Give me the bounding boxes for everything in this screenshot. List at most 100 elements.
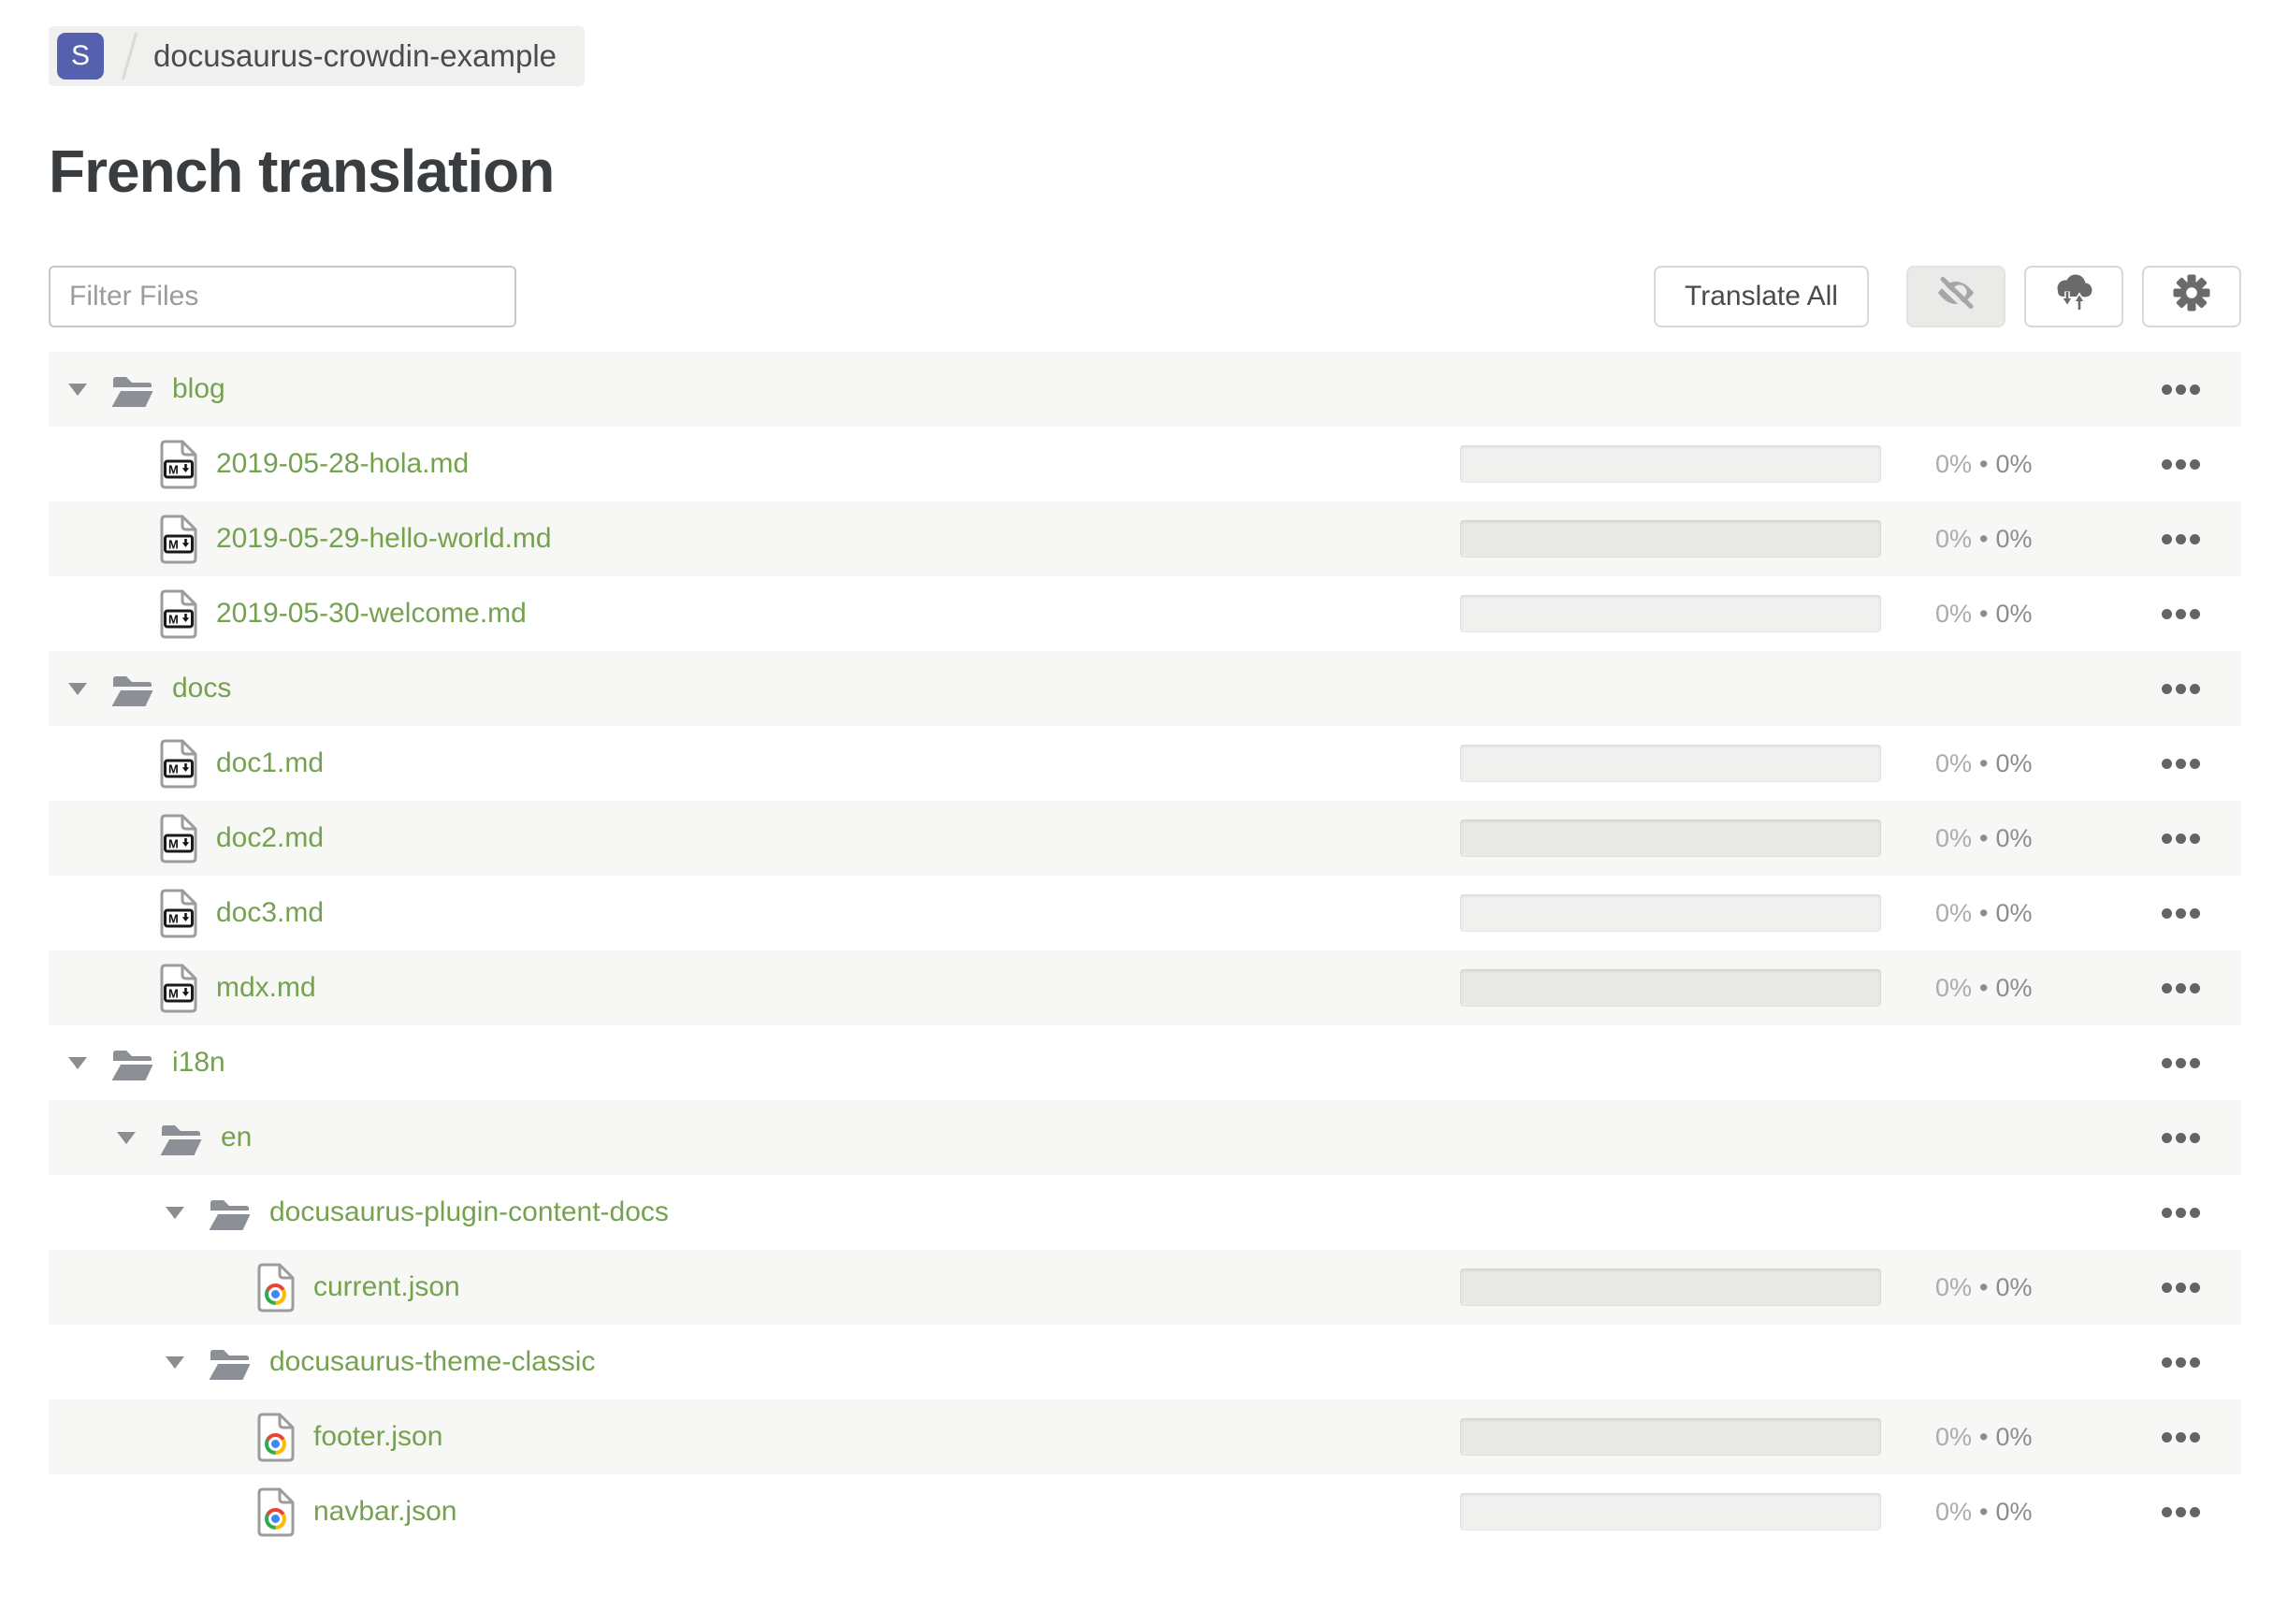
row-menu-button[interactable]: [2162, 375, 2200, 404]
json-file-icon: [257, 1413, 295, 1462]
ellipsis-dot: [2162, 1356, 2172, 1368]
row-menu-slot: [2162, 749, 2200, 778]
row-menu-button[interactable]: [2162, 824, 2200, 853]
row-menu-button[interactable]: [2162, 1348, 2200, 1377]
tree-item-name-link[interactable]: docs: [172, 673, 231, 704]
cloud-sync-icon: [2051, 272, 2096, 321]
row-menu-button[interactable]: [2162, 674, 2200, 703]
hide-completed-button[interactable]: [1906, 266, 2005, 327]
breadcrumb-project-name[interactable]: docusaurus-crowdin-example: [153, 38, 557, 74]
tree-item-name-link[interactable]: doc1.md: [216, 747, 324, 779]
ellipsis-dot: [2162, 833, 2172, 844]
expand-caret[interactable]: [68, 1056, 111, 1069]
tree-item-name-link[interactable]: doc3.md: [216, 897, 324, 929]
ellipsis-dot: [2190, 1132, 2200, 1143]
translated-percent: 0%: [1935, 1497, 1973, 1526]
row-menu-button[interactable]: [2162, 1498, 2200, 1527]
progress-percentages: 0% • 0%: [1881, 525, 2162, 554]
progress-slot: [1460, 1418, 1881, 1456]
project-files-page: S docusaurus-crowdin-example French tran…: [0, 0, 2273, 1549]
expand-caret[interactable]: [117, 1131, 160, 1144]
ellipsis-dot: [2190, 1282, 2200, 1293]
filter-files-input[interactable]: [49, 266, 516, 327]
approved-percent: 0%: [1995, 1497, 2033, 1526]
project-avatar-badge[interactable]: S: [57, 33, 104, 80]
translate-all-button[interactable]: Translate All: [1654, 266, 1869, 327]
translated-percent: 0%: [1935, 449, 1973, 478]
tree-item-name-link[interactable]: i18n: [172, 1047, 225, 1079]
row-menu-button[interactable]: [2162, 1124, 2200, 1153]
translated-percent: 0%: [1935, 748, 1973, 777]
tree-item-name-link[interactable]: mdx.md: [216, 972, 316, 1004]
progress-percentages: 0% • 0%: [1881, 824, 2162, 853]
progress-slot: [1460, 445, 1881, 483]
indent-spacer: [49, 913, 160, 914]
indent-spacer: [49, 1063, 68, 1064]
row-menu-slot: [2162, 450, 2200, 479]
indent-spacer: [49, 1287, 257, 1288]
download-upload-button[interactable]: [2024, 266, 2123, 327]
tree-row-label-area: footer.json: [49, 1413, 1460, 1462]
tree-item-name-link[interactable]: doc2.md: [216, 822, 324, 854]
translated-percent: 0%: [1935, 823, 1973, 852]
tree-item-name-link[interactable]: 2019-05-30-welcome.md: [216, 598, 527, 630]
expand-caret[interactable]: [68, 383, 111, 396]
row-menu-slot: [2162, 1273, 2200, 1302]
tree-item-name-link[interactable]: navbar.json: [313, 1496, 456, 1528]
progress-bar: [1460, 1418, 1881, 1456]
tree-item-name-link[interactable]: 2019-05-29-hello-world.md: [216, 523, 552, 555]
ellipsis-dot: [2176, 982, 2186, 993]
approved-percent: 0%: [1995, 1422, 2033, 1451]
row-menu-button[interactable]: [2162, 899, 2200, 928]
progress-bar: [1460, 894, 1881, 932]
tree-item-name-link[interactable]: current.json: [313, 1271, 460, 1303]
expand-caret[interactable]: [166, 1356, 209, 1369]
expand-caret[interactable]: [68, 682, 111, 695]
progress-percentages: 0% • 0%: [1881, 1498, 2162, 1527]
row-menu-slot: [2162, 1049, 2200, 1078]
tree-row-label-area: M doc2.md: [49, 814, 1460, 863]
row-menu-button[interactable]: [2162, 1273, 2200, 1302]
row-menu-button[interactable]: [2162, 1423, 2200, 1452]
ellipsis-dot: [2162, 1132, 2172, 1143]
tree-item-name-link[interactable]: docusaurus-theme-classic: [269, 1346, 595, 1378]
approved-percent: 0%: [1995, 748, 2033, 777]
progress-percentages: 0% • 0%: [1881, 1423, 2162, 1452]
svg-text:M: M: [168, 761, 179, 776]
tree-item-name-link[interactable]: footer.json: [313, 1421, 442, 1453]
translated-percent: 0%: [1935, 1422, 1973, 1451]
row-menu-button[interactable]: [2162, 600, 2200, 629]
ellipsis-dot: [2190, 683, 2200, 694]
svg-text:M: M: [168, 462, 179, 476]
progress-bar: [1460, 969, 1881, 1007]
tree-item-name-link[interactable]: blog: [172, 373, 225, 405]
indent-spacer: [49, 539, 160, 540]
ellipsis-dot: [2176, 1282, 2186, 1293]
ellipsis-dot: [2162, 1506, 2172, 1517]
tree-item-name-link[interactable]: 2019-05-28-hola.md: [216, 448, 469, 480]
tree-item-name-link[interactable]: en: [221, 1122, 252, 1153]
ellipsis-dot: [2176, 907, 2186, 919]
indent-spacer: [49, 389, 68, 390]
row-menu-button[interactable]: [2162, 749, 2200, 778]
tree-row: M 2019-05-30-welcome.md 0% • 0%: [49, 576, 2241, 651]
tree-row-label-area: en: [49, 1121, 1460, 1155]
row-menu-button[interactable]: [2162, 974, 2200, 1003]
row-menu-button[interactable]: [2162, 450, 2200, 479]
folder-icon: [160, 1121, 202, 1155]
indent-spacer: [49, 1212, 166, 1213]
expand-caret[interactable]: [166, 1206, 209, 1219]
row-menu-button[interactable]: [2162, 1198, 2200, 1227]
progress-slot: [1460, 819, 1881, 857]
approved-percent: 0%: [1995, 524, 2033, 553]
row-menu-button[interactable]: [2162, 525, 2200, 554]
tree-item-name-link[interactable]: docusaurus-plugin-content-docs: [269, 1196, 669, 1228]
ellipsis-dot: [2176, 758, 2186, 769]
toolbar: Translate All: [49, 266, 2241, 327]
progress-slot: [1460, 595, 1881, 632]
svg-text:M: M: [168, 537, 179, 551]
settings-button[interactable]: [2142, 266, 2241, 327]
row-menu-button[interactable]: [2162, 1049, 2200, 1078]
ellipsis-dot: [2190, 1356, 2200, 1368]
caret-down-icon: [117, 1131, 136, 1144]
